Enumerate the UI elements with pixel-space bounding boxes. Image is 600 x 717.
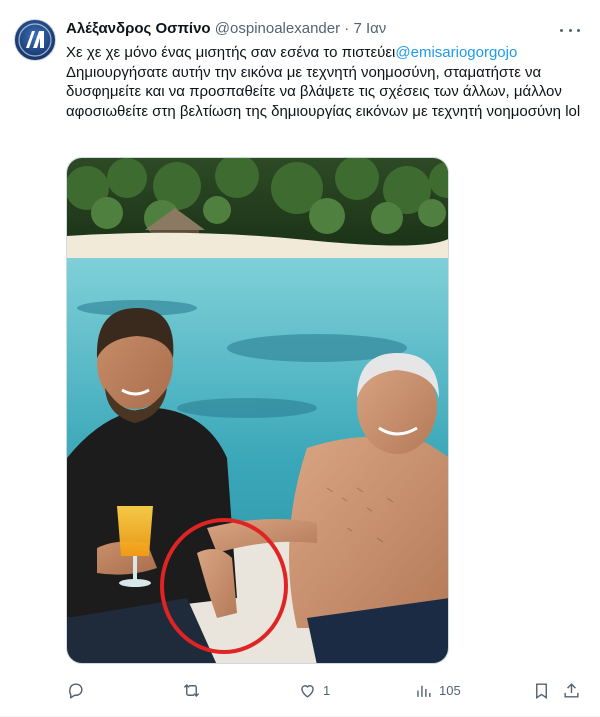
heart-icon xyxy=(301,684,314,698)
tweet-text: Χε χε χε μόνο ένας μισητής σαν εσένα το … xyxy=(66,43,586,121)
avatar[interactable] xyxy=(14,19,56,61)
share-button[interactable] xyxy=(562,679,581,701)
tweet-text-body: Δημιουργήσατε αυτήν την εικόνα με τεχνητ… xyxy=(66,63,581,120)
tweet-text-prefix: Χε χε χε μόνο ένας μισητής σαν εσένα το … xyxy=(66,44,396,61)
avatar-icon xyxy=(18,23,52,57)
bookmark-button[interactable] xyxy=(532,679,551,701)
action-bar: 1 105 xyxy=(66,679,586,701)
like-button[interactable]: 1 xyxy=(298,679,330,701)
photo xyxy=(67,158,448,663)
display-name[interactable]: Αλέξανδρος Οσπίνο xyxy=(66,20,211,37)
retweet-button[interactable] xyxy=(182,679,207,701)
tweet-header: Αλέξανδρος Οσπίνο @ospinoalexander · 7 Ι… xyxy=(66,19,550,39)
like-count: 1 xyxy=(323,682,331,698)
views-button[interactable]: 105 xyxy=(414,679,461,701)
tweet-image[interactable] xyxy=(66,157,449,664)
user-handle[interactable]: @ospinoalexander xyxy=(215,20,340,37)
reply-button[interactable] xyxy=(66,679,91,701)
bookmark-icon xyxy=(536,682,547,699)
retweet-icon xyxy=(183,683,200,697)
views-count: 105 xyxy=(439,682,461,698)
separator: · xyxy=(344,20,350,37)
more-options-icon[interactable] xyxy=(560,22,580,38)
tweet: Αλέξανδρος Οσπίνο @ospinoalexander · 7 Ι… xyxy=(0,0,600,717)
views-icon xyxy=(417,685,431,697)
share-icon xyxy=(564,682,579,698)
mention-link[interactable]: @emisariogorgojo xyxy=(395,44,517,61)
reply-icon xyxy=(69,682,83,699)
timestamp[interactable]: 7 Ιαν xyxy=(353,20,386,37)
